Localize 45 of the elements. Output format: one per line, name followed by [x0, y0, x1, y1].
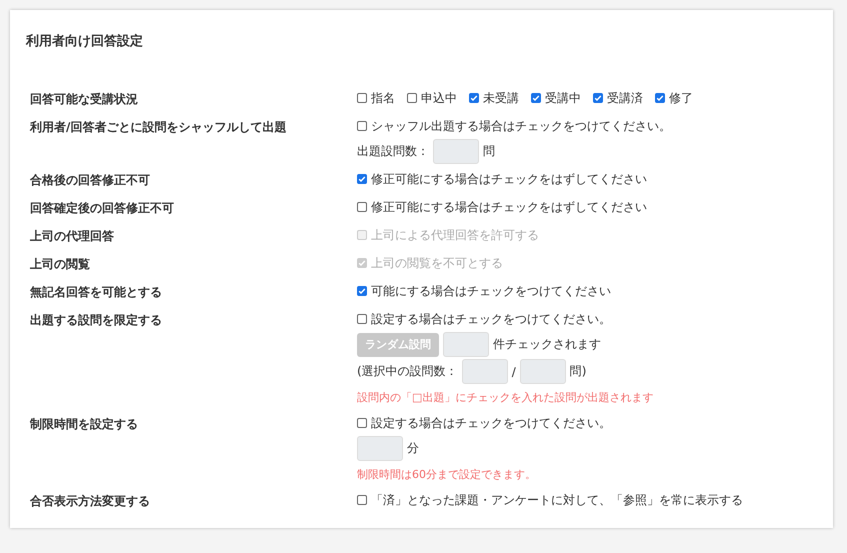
- number-field[interactable]: [357, 436, 403, 461]
- setting-label: 無記名回答を可能とする: [29, 284, 163, 301]
- checkbox-option[interactable]: 受講済: [593, 90, 643, 106]
- field-label: 件チェックされます: [493, 336, 601, 353]
- field-label: (選択中の設問数：: [357, 363, 458, 380]
- setting-label: 合格後の回答修正不可: [29, 172, 151, 189]
- setting-label: 回答可能な受講状況: [29, 91, 139, 108]
- checkmark-icon: [358, 259, 366, 267]
- hint-text: 制限時間は60分まで設定できます。: [357, 466, 536, 482]
- checkbox-option[interactable]: 受講中: [531, 90, 581, 106]
- checkbox-option[interactable]: シャッフル出題する場合はチェックをつけてください。: [357, 118, 671, 134]
- checkbox-option[interactable]: 設定する場合はチェックをつけてください。: [357, 310, 611, 328]
- checkbox-option[interactable]: 可能にする場合はチェックをつけてください: [357, 282, 611, 300]
- checkbox-option[interactable]: 「済」となった課題・アンケートに対して、「参照」を常に表示する: [357, 492, 743, 508]
- setting-label: 上司の閲覧: [29, 256, 91, 273]
- checkbox-option[interactable]: 修正可能にする場合はチェックをはずしてください: [357, 198, 647, 216]
- checkmark-icon: [358, 175, 366, 183]
- setting-label: 回答確定後の回答修正不可: [29, 200, 175, 217]
- checkbox-option[interactable]: 修正可能にする場合はチェックをはずしてください: [357, 170, 647, 188]
- number-field[interactable]: [443, 332, 489, 357]
- checkmark-icon: [594, 94, 602, 102]
- field-label: /: [512, 364, 516, 378]
- number-field[interactable]: [462, 359, 508, 384]
- checkbox-option[interactable]: 指名: [357, 90, 395, 106]
- setting-label: 利用者/回答者ごとに設問をシャッフルして出題: [28, 119, 288, 136]
- field-label: 問: [483, 143, 495, 160]
- checkbox-option[interactable]: 設定する場合はチェックをつけてください。: [357, 414, 611, 432]
- checkmark-icon: [470, 94, 478, 102]
- number-field[interactable]: [520, 359, 566, 384]
- checkmark-icon: [532, 94, 540, 102]
- checkmark-icon: [656, 94, 664, 102]
- setting-label: 上司の代理回答: [29, 228, 115, 245]
- field-label: 分: [407, 440, 419, 457]
- checkbox-option[interactable]: 修了: [655, 90, 693, 106]
- setting-label: 合否表示方法変更する: [29, 493, 151, 510]
- setting-label: 出題する設問を限定する: [29, 312, 163, 329]
- field-label: 問): [570, 363, 586, 380]
- checkmark-icon: [358, 287, 366, 295]
- setting-label: 制限時間を設定する: [28, 416, 139, 433]
- checkbox-option[interactable]: 申込中: [407, 90, 457, 106]
- section-title: 利用者向け回答設定: [26, 32, 144, 50]
- hint-text: 設問内の「□出題」にチェックを入れた設問が出題されます: [357, 390, 654, 404]
- checkbox-option[interactable]: 未受講: [469, 90, 519, 106]
- field-label: 出題設問数：: [357, 143, 429, 160]
- number-field[interactable]: [433, 139, 479, 164]
